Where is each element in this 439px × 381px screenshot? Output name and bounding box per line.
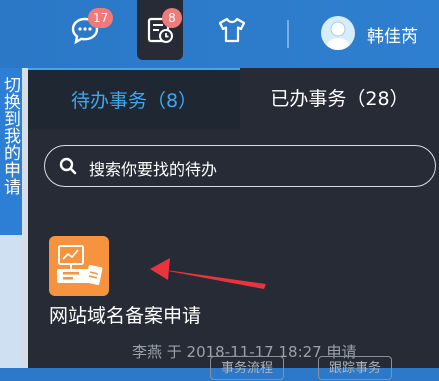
top-header: 17 8 韩佳芮 <box>0 0 439 68</box>
tab-completed[interactable]: 已办事务（28） <box>240 68 439 130</box>
shirt-icon[interactable] <box>216 14 248 46</box>
track-task-button[interactable]: 跟踪事务 <box>318 356 393 380</box>
task-item-title[interactable]: 网站域名备案申请 <box>49 301 201 328</box>
search-input[interactable]: 搜索你要找的待办 <box>44 145 436 187</box>
background-page-light-area <box>0 235 22 368</box>
domain-filing-app-icon[interactable] <box>49 236 109 296</box>
avatar[interactable] <box>321 16 355 50</box>
messages-badge: 17 <box>88 8 114 28</box>
tab-pending[interactable]: 待办事务（8） <box>28 68 240 130</box>
username[interactable]: 韩佳芮 <box>367 22 418 47</box>
search-icon <box>59 157 77 175</box>
red-annotation-arrow <box>150 258 266 289</box>
workflow-button[interactable]: 事务流程 <box>210 356 285 380</box>
switch-to-my-applications-text[interactable]: 切换到我的申请 <box>0 76 22 195</box>
search-placeholder: 搜索你要找的待办 <box>89 160 218 179</box>
tasks-badge: 8 <box>162 8 182 28</box>
header-divider <box>287 20 289 48</box>
pending-tasks-panel: 待办事务（8） 已办事务（28） 搜索你要找的待办 网站域名备案申请 李燕 于 … <box>28 68 439 380</box>
